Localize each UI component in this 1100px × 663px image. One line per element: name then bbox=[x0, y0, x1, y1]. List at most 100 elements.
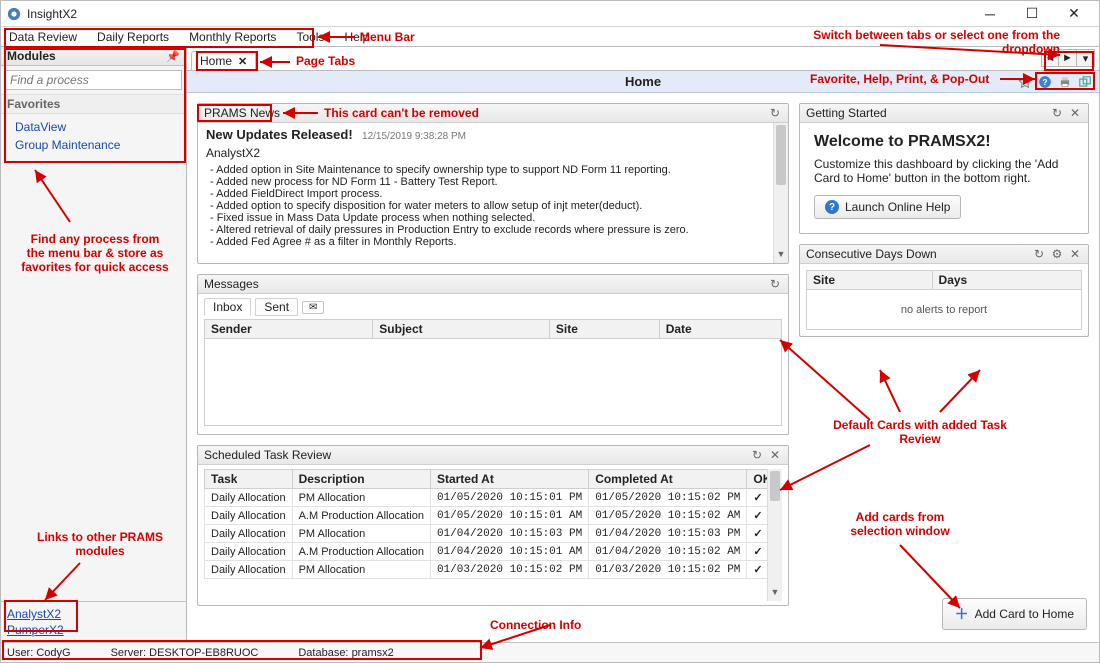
scheduled-task-review-card: Scheduled Task Review ↻ ✕ TaskDescriptio… bbox=[197, 445, 789, 606]
messages-title: Messages bbox=[204, 277, 768, 291]
news-item: Added new process for ND Form 11 - Batte… bbox=[210, 176, 780, 188]
launch-online-help-button[interactable]: ? Launch Online Help bbox=[814, 195, 961, 219]
pin-icon[interactable]: 📌 bbox=[166, 50, 180, 63]
task-review-title: Scheduled Task Review bbox=[204, 448, 750, 462]
close-icon[interactable]: ✕ bbox=[1068, 247, 1082, 261]
close-icon[interactable]: ✕ bbox=[1068, 106, 1082, 120]
status-user: CodyG bbox=[36, 647, 70, 659]
tab-prev-button[interactable]: ◄ bbox=[1041, 49, 1059, 67]
window-minimize-button[interactable]: ─ bbox=[969, 2, 1011, 26]
task-col-header[interactable]: Completed At bbox=[589, 470, 747, 489]
prams-news-title: PRAMS News bbox=[204, 106, 768, 120]
menu-data-review[interactable]: Data Review bbox=[5, 29, 81, 45]
tab-next-button[interactable]: ► bbox=[1059, 49, 1077, 67]
status-user-label: User: bbox=[7, 647, 33, 659]
status-db: pramsx2 bbox=[352, 647, 394, 659]
news-item: Added option in Site Maintenance to spec… bbox=[210, 164, 780, 176]
welcome-heading: Welcome to PRAMSX2! bbox=[814, 133, 1074, 151]
status-server-label: Server: bbox=[111, 647, 146, 659]
title-bar: InsightX2 ─ ☐ ✕ bbox=[1, 1, 1099, 27]
plus-icon: ＋ bbox=[955, 604, 969, 624]
menu-tools[interactable]: Tools bbox=[292, 29, 328, 45]
menu-help[interactable]: Help bbox=[340, 29, 373, 45]
process-search-input[interactable] bbox=[5, 70, 182, 90]
modules-panel-title: Modules bbox=[7, 49, 56, 63]
module-links: AnalystX2PumperX2 bbox=[1, 601, 186, 642]
task-col-header[interactable]: Description bbox=[292, 470, 430, 489]
refresh-icon[interactable]: ↻ bbox=[768, 106, 782, 120]
task-col-header[interactable]: Task bbox=[205, 470, 293, 489]
print-icon[interactable] bbox=[1057, 74, 1073, 90]
new-message-button[interactable]: ✉ bbox=[302, 301, 324, 314]
page-tabstrip: Home ✕ ◄ ► ▾ bbox=[187, 47, 1099, 71]
table-row[interactable]: Daily AllocationA.M Production Allocatio… bbox=[205, 543, 778, 561]
favorite-item[interactable]: DataView bbox=[1, 118, 186, 136]
messages-tab-inbox[interactable]: Inbox bbox=[204, 298, 251, 316]
page-title: Home bbox=[187, 74, 1099, 89]
tab-close-icon[interactable]: ✕ bbox=[238, 55, 247, 68]
refresh-icon[interactable]: ↻ bbox=[768, 277, 782, 291]
help-icon: ? bbox=[825, 200, 839, 214]
status-bar: User: CodyG Server: DESKTOP-EB8RUOC Data… bbox=[1, 642, 1099, 662]
news-item: Added Fed Agree # as a filter in Monthly… bbox=[210, 236, 780, 248]
getting-started-title: Getting Started bbox=[806, 106, 1050, 120]
getting-started-card: Getting Started ↻ ✕ Welcome to PRAMSX2! … bbox=[799, 103, 1089, 234]
help-button-label: Launch Online Help bbox=[845, 200, 950, 214]
task-col-header[interactable]: Started At bbox=[430, 470, 588, 489]
cdd-col-header[interactable]: Site bbox=[807, 271, 933, 290]
refresh-icon[interactable]: ↻ bbox=[750, 448, 764, 462]
app-title: InsightX2 bbox=[27, 7, 969, 21]
close-icon[interactable]: ✕ bbox=[768, 448, 782, 462]
table-row[interactable]: Daily AllocationPM Allocation01/05/2020 … bbox=[205, 489, 778, 507]
table-row[interactable]: Daily AllocationA.M Production Allocatio… bbox=[205, 507, 778, 525]
prams-news-card: PRAMS News ↻ New Updates Released! 12/15… bbox=[197, 103, 789, 264]
messages-col-header[interactable]: Subject bbox=[373, 320, 550, 339]
modules-sidebar: Modules 📌 Favorites DataViewGroup Mainte… bbox=[1, 47, 187, 642]
favorite-icon[interactable] bbox=[1017, 74, 1033, 90]
messages-tab-sent[interactable]: Sent bbox=[255, 298, 298, 316]
table-row[interactable]: Daily AllocationPM Allocation01/04/2020 … bbox=[205, 525, 778, 543]
news-subhead: AnalystX2 bbox=[206, 146, 780, 160]
favorites-header: Favorites bbox=[1, 94, 186, 114]
messages-col-header[interactable]: Date bbox=[659, 320, 781, 339]
menu-monthly-reports[interactable]: Monthly Reports bbox=[185, 29, 280, 45]
news-date: 12/15/2019 9:38:28 PM bbox=[362, 131, 466, 142]
refresh-icon[interactable]: ↻ bbox=[1050, 106, 1064, 120]
main-area: Home ✕ ◄ ► ▾ Home ? bbox=[187, 47, 1099, 642]
cdd-table: SiteDays bbox=[806, 270, 1082, 290]
cdd-empty-text: no alerts to report bbox=[806, 290, 1082, 330]
menu-bar: Data Review Daily Reports Monthly Reports T… bbox=[1, 27, 1099, 47]
window-close-button[interactable]: ✕ bbox=[1053, 2, 1095, 26]
window-maximize-button[interactable]: ☐ bbox=[1011, 2, 1053, 26]
dashboard: PRAMS News ↻ New Updates Released! 12/15… bbox=[187, 93, 1099, 642]
add-card-label: Add Card to Home bbox=[975, 607, 1074, 621]
task-table: TaskDescriptionStarted AtCompleted AtOK … bbox=[204, 469, 778, 579]
favorite-item[interactable]: Group Maintenance bbox=[1, 136, 186, 154]
welcome-desc: Customize this dashboard by clicking the… bbox=[814, 157, 1074, 185]
module-link-analystx2[interactable]: AnalystX2 bbox=[7, 606, 180, 622]
modules-panel-header: Modules 📌 bbox=[1, 47, 186, 66]
tab-dropdown-button[interactable]: ▾ bbox=[1077, 49, 1095, 67]
news-item: Added option to specify disposition for … bbox=[210, 200, 780, 212]
messages-empty-area bbox=[204, 339, 782, 426]
settings-icon[interactable]: ⚙ bbox=[1050, 247, 1064, 261]
messages-col-header[interactable]: Site bbox=[549, 320, 659, 339]
news-item: Altered retrieval of daily pressures in … bbox=[210, 224, 780, 236]
app-icon bbox=[7, 7, 21, 21]
table-row[interactable]: Daily AllocationPM Allocation01/03/2020 … bbox=[205, 561, 778, 579]
refresh-icon[interactable]: ↻ bbox=[1032, 247, 1046, 261]
module-link-pumperx2[interactable]: PumperX2 bbox=[7, 622, 180, 638]
popout-icon[interactable] bbox=[1077, 74, 1093, 90]
tab-home-label: Home bbox=[200, 54, 232, 68]
news-scrollbar[interactable]: ▲▼ bbox=[773, 123, 788, 263]
page-title-bar: Home ? bbox=[187, 71, 1099, 93]
cdd-col-header[interactable]: Days bbox=[932, 271, 1081, 290]
cdd-title: Consecutive Days Down bbox=[806, 247, 1032, 261]
add-card-to-home-button[interactable]: ＋ Add Card to Home bbox=[942, 598, 1087, 630]
tab-home[interactable]: Home ✕ bbox=[191, 51, 256, 70]
menu-daily-reports[interactable]: Daily Reports bbox=[93, 29, 173, 45]
news-item: Fixed issue in Mass Data Update process … bbox=[210, 212, 780, 224]
help-icon[interactable]: ? bbox=[1037, 74, 1053, 90]
task-scrollbar[interactable]: ▲▼ bbox=[767, 469, 782, 601]
messages-col-header[interactable]: Sender bbox=[205, 320, 373, 339]
